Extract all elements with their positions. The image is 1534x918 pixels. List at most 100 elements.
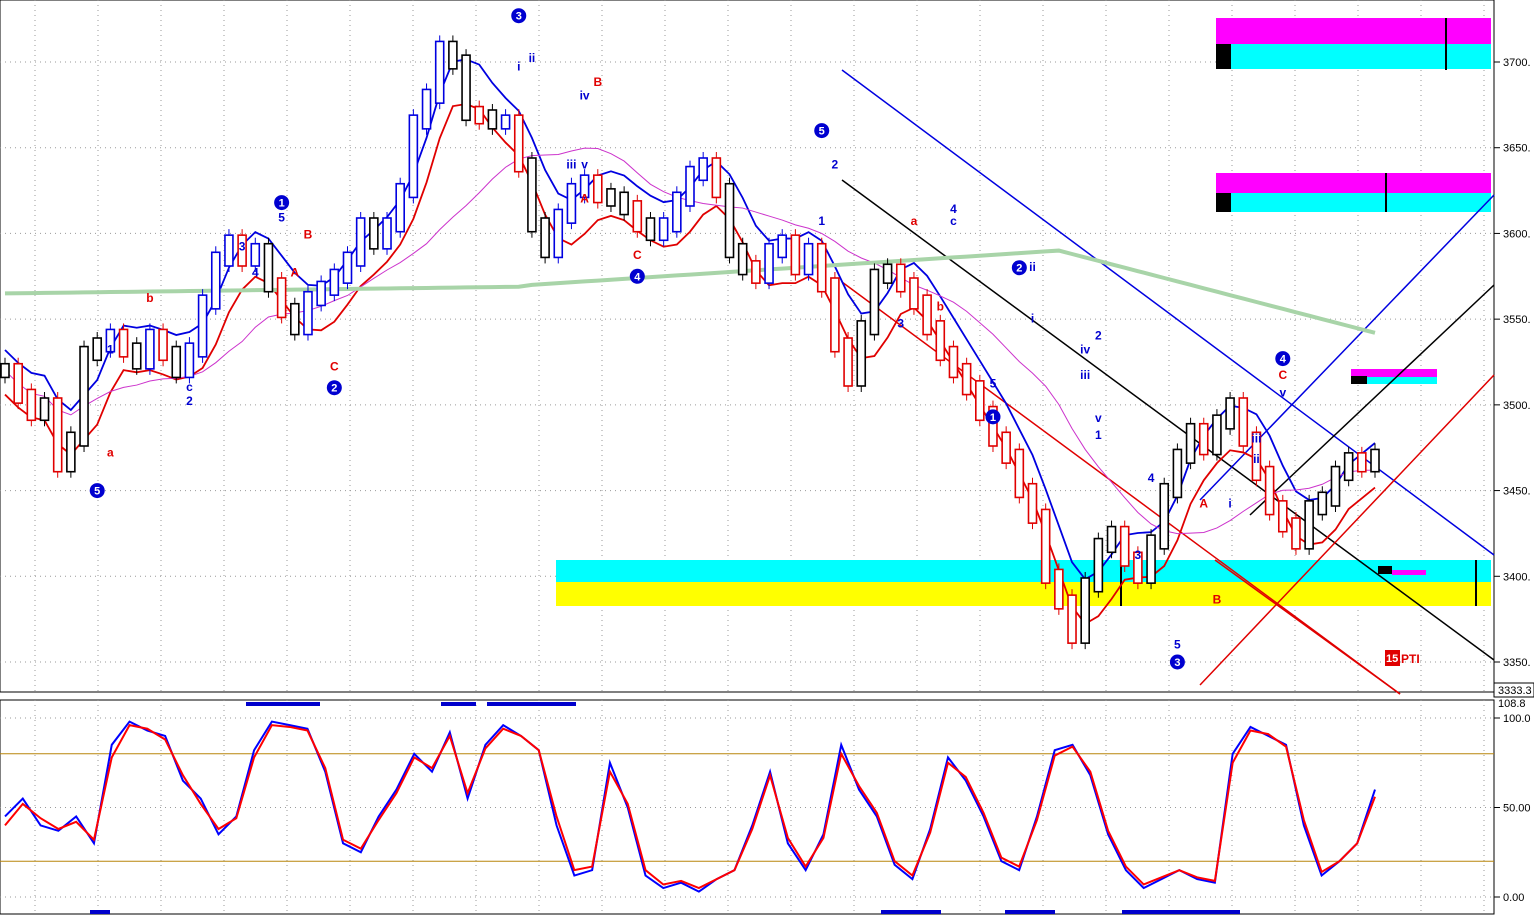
wave-label: ii [1253,452,1260,466]
candle-body [382,217,392,250]
candle-body [830,277,840,353]
wave-label: c [186,380,193,394]
osc-top-label: 108.8 [1498,698,1526,710]
candle-body [1330,465,1341,507]
candle-body [527,157,537,233]
wave-label: A [1199,497,1208,511]
candle-body [895,263,906,293]
candle-body [803,242,814,276]
candle-body [224,234,234,267]
zone-marker [1216,193,1231,212]
candle-body [1001,431,1011,464]
candle-body [619,191,629,216]
candle-body [1054,568,1064,610]
wave-label: C [1278,368,1287,382]
candle-body [856,320,867,387]
candle-body [131,342,142,370]
wave-label: 4 [634,271,641,283]
candle-body [1225,397,1235,430]
candle-body [1212,414,1222,456]
candle-body [1080,577,1090,644]
candle-body [540,217,550,259]
wave-label: 3 [897,317,904,331]
y-tick-label: 3650. [1503,143,1531,155]
candle-body [1106,525,1117,554]
osc-signal-bar [90,910,110,914]
candle-body [1304,500,1314,550]
candle-body [909,277,919,310]
wave-label: 5 [1174,637,1181,651]
candle-body [685,165,695,207]
candle-body [1357,452,1367,473]
candle-body [395,182,405,233]
y-tick-label: 3450. [1503,486,1531,498]
wave-label: iii [1251,432,1261,446]
wave-label: 4 [1148,471,1155,485]
price-axis[interactable]: 3350. 3400. 3450. 3500. 3550. 3600. 3650. 3700. [1494,57,1531,669]
candle-body [724,182,735,259]
candle-body [658,217,669,242]
candle-body [290,302,300,336]
wave-label: 3 [239,240,246,254]
zone-marker [1351,376,1367,384]
zone-marker [1216,44,1231,69]
candle-body [1317,491,1328,516]
candle-body [92,337,103,362]
candle-body [698,157,708,182]
osc-signal-bar [1122,910,1240,914]
wave-label: 4 [252,265,259,279]
candle-body [26,388,37,422]
wave-label: 2 [1095,329,1102,343]
candle-body [1185,422,1196,464]
wave-label: i [517,60,520,74]
candle-body [764,242,774,284]
candle-body [171,345,182,379]
wave-label: a [911,214,918,228]
candle-body [592,174,603,204]
candle-body [737,242,748,276]
wave-label: 5 [990,377,997,391]
y-tick-label: 3400. [1503,571,1531,583]
candle-body [1027,482,1038,524]
chart-canvas: 5a1bc23415ABC23iiiivBiii vAC4521 a4c3b2 iii… [0,0,1534,915]
wave-label: 2 [832,157,839,171]
candle-body [1172,448,1183,499]
candle-body [1093,537,1104,593]
zone-yellow [556,582,1491,606]
y-tick-label: 3550. [1503,314,1531,326]
oscillator-axis[interactable]: 0.00 50.00 100.0 [1494,713,1531,904]
wave-label: b [937,300,944,314]
wave-label: 5 [278,210,285,224]
wave-label: 3 [1174,657,1180,669]
osc-signal-bar [487,702,576,706]
candle-body [369,217,379,250]
wave-label: v [1279,385,1286,399]
wave-label: 2 [331,383,337,395]
candle-body [303,290,313,336]
candle-body [513,114,524,173]
candle-body [1159,482,1170,550]
candle-body [1238,397,1249,447]
osc-signal-bar [881,910,941,914]
wave-label: ii [1029,260,1036,274]
candle-body [355,217,366,267]
candle-body [975,380,985,422]
candle-body [263,242,274,293]
candle-body [1370,448,1380,473]
zone-magenta [1216,173,1491,193]
wave-label: A [580,192,589,206]
candle-body [316,280,326,307]
candle-body [1343,452,1354,482]
candle-body [1146,534,1156,584]
osc-signal-bar [1005,910,1055,914]
candle-body [13,362,23,404]
candle-body [922,294,932,336]
y-tick-label: 3700. [1503,57,1531,69]
candle-body [118,328,129,358]
candle-body [645,217,656,242]
osc-signal-bar [441,702,476,706]
wave-label: A [290,265,299,279]
oscillator-pane-frame [0,699,1495,915]
candle-body [500,114,511,130]
candle-body [777,234,788,259]
